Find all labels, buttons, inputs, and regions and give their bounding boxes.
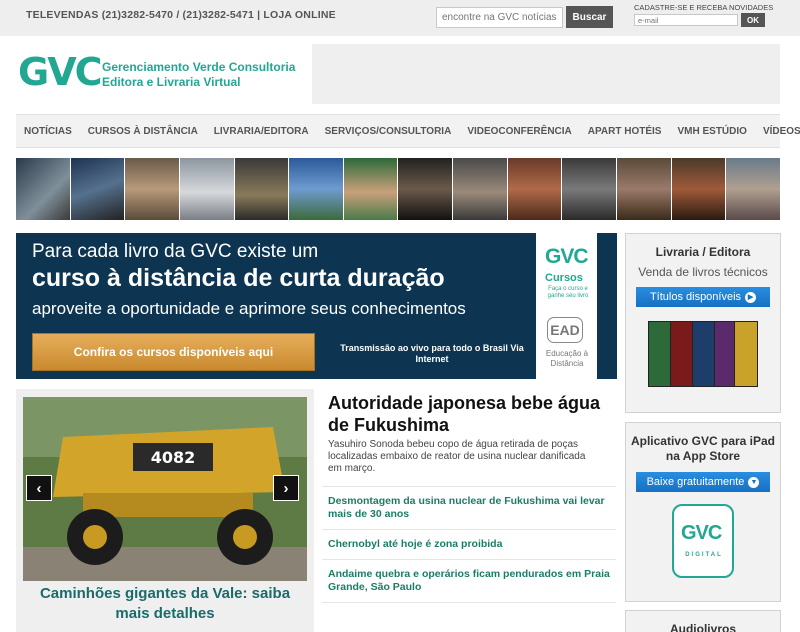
nav-videos[interactable]: VÍDEOS bbox=[763, 126, 800, 137]
chevron-left-icon[interactable]: ‹ bbox=[26, 475, 52, 501]
strip-photo bbox=[343, 158, 398, 220]
featured-slider: 4082 ‹ › Caminhões gigantes da Vale: sai… bbox=[16, 389, 314, 632]
nav-livraria[interactable]: LIVRARIA/EDITORA bbox=[214, 126, 309, 137]
arrow-down-icon: ▼ bbox=[748, 476, 760, 488]
search-input[interactable] bbox=[436, 7, 563, 28]
live-broadcast-note: Transmissão ao vivo para todo o Brasil V… bbox=[340, 343, 524, 364]
available-titles-label: Títulos disponíveis bbox=[649, 291, 742, 303]
article-headline[interactable]: Autoridade japonesa bebe água de Fukushi… bbox=[328, 392, 616, 436]
ead-icon: EAD bbox=[547, 317, 583, 343]
app-icon-digital: DIGITAL bbox=[685, 552, 723, 558]
banner-line-3: aproveite a oportunidade e aprimore seus… bbox=[32, 299, 466, 318]
cursos-logo-panel: GVC Cursos Faça o curso e ganhe seu livr… bbox=[536, 233, 597, 379]
strip-photo bbox=[671, 158, 726, 220]
strip-photo bbox=[726, 158, 780, 220]
article-lead: Yasuhiro Sonoda bebeu copo de água retir… bbox=[328, 439, 586, 474]
cursos-tagline: Faça o curso e ganhe seu livro bbox=[547, 286, 589, 299]
chevron-right-icon[interactable]: › bbox=[273, 475, 299, 501]
main-nav: NOTÍCIAS CURSOS À DISTÂNCIA LIVRARIA/EDI… bbox=[16, 114, 800, 148]
audiobooks-title: Audiolivros bbox=[669, 622, 736, 632]
courses-banner[interactable]: Para cada livro da GVC existe um curso à… bbox=[16, 233, 617, 379]
ead-label: Educação à Distância bbox=[545, 349, 589, 368]
bookstore-title: Livraria / Editora bbox=[655, 245, 751, 259]
related-article-link[interactable]: Chernobyl até hoje é zona proibida bbox=[322, 530, 616, 560]
books-image[interactable] bbox=[648, 315, 758, 387]
newsletter-label: CADASTRE-SE E RECEBA NOVIDADES bbox=[634, 3, 774, 12]
strip-photo bbox=[507, 158, 562, 220]
strip-photo bbox=[70, 158, 125, 220]
banner-edge bbox=[597, 233, 617, 379]
top-bar: TELEVENDAS (21)3282-5470 / (21)3282-5471… bbox=[0, 0, 800, 36]
strip-photo bbox=[179, 158, 234, 220]
email-field[interactable] bbox=[634, 14, 738, 26]
search-button[interactable]: Buscar bbox=[566, 6, 613, 28]
book-cover bbox=[670, 321, 694, 387]
truck-illustration: 4082 bbox=[23, 397, 307, 581]
app-icon-logo: GVC bbox=[681, 522, 722, 544]
banner-line-1: Para cada livro da GVC existe um bbox=[32, 241, 319, 262]
slide-caption[interactable]: Caminhões gigantes da Vale: saiba mais d… bbox=[26, 584, 304, 624]
bookstore-subtitle: Venda de livros técnicos bbox=[638, 265, 768, 279]
book-cover bbox=[692, 321, 716, 387]
arrow-right-icon: ▶ bbox=[745, 291, 757, 303]
nav-cursos[interactable]: CURSOS À DISTÂNCIA bbox=[88, 126, 198, 137]
strip-photo bbox=[234, 158, 289, 220]
strip-photo bbox=[16, 158, 70, 220]
strip-photo bbox=[617, 158, 671, 220]
nav-apart-hoteis[interactable]: APART HOTÉIS bbox=[588, 126, 662, 137]
book-cover bbox=[648, 321, 672, 387]
nav-vmh-estudio[interactable]: VMH ESTÚDIO bbox=[677, 126, 746, 137]
strip-photo bbox=[453, 158, 507, 220]
download-free-button[interactable]: Baixe gratuitamente ▼ bbox=[636, 472, 770, 492]
bookstore-box: Livraria / Editora Venda de livros técni… bbox=[625, 233, 781, 413]
available-titles-button[interactable]: Títulos disponíveis ▶ bbox=[636, 287, 770, 307]
see-courses-button[interactable]: Confira os cursos disponíveis aqui bbox=[32, 333, 315, 371]
photo-strip bbox=[16, 158, 780, 220]
audiobooks-box: Audiolivros bbox=[625, 610, 781, 632]
gvc-cursos-logo: GVC bbox=[545, 245, 589, 268]
related-article-link[interactable]: Desmontagem da usina nuclear de Fukushim… bbox=[322, 487, 616, 530]
strip-photo bbox=[562, 158, 617, 220]
gvc-digital-app-icon[interactable]: GVC DIGITAL bbox=[672, 504, 734, 578]
app-box-title: Aplicativo GVC para iPad na App Store bbox=[630, 434, 776, 463]
strip-photo bbox=[398, 158, 453, 220]
nav-videoconferencia[interactable]: VIDEOCONFERÊNCIA bbox=[467, 126, 571, 137]
app-store-box: Aplicativo GVC para iPad na App Store Ba… bbox=[625, 422, 781, 602]
related-article-link[interactable]: Andaime quebra e operários ficam pendura… bbox=[322, 560, 616, 603]
nav-noticias[interactable]: NOTÍCIAS bbox=[24, 126, 72, 137]
header-ad-banner bbox=[312, 44, 780, 104]
logo-tagline-2: Editora e Livraria Virtual bbox=[102, 75, 241, 89]
newsletter-ok-button[interactable]: OK bbox=[741, 13, 765, 27]
cursos-label: Cursos bbox=[545, 272, 583, 284]
truck-number: 4082 bbox=[151, 448, 196, 467]
nav-servicos[interactable]: SERVIÇOS/CONSULTORIA bbox=[325, 126, 452, 137]
gvc-logo[interactable]: GVC bbox=[18, 53, 102, 91]
contact-phones[interactable]: TELEVENDAS (21)3282-5470 / (21)3282-5471… bbox=[26, 9, 336, 21]
related-articles: Desmontagem da usina nuclear de Fukushim… bbox=[322, 486, 616, 603]
download-free-label: Baixe gratuitamente bbox=[646, 476, 745, 488]
book-cover bbox=[734, 321, 758, 387]
strip-photo bbox=[289, 158, 343, 220]
logo-tagline-1: Gerenciamento Verde Consultoria bbox=[102, 60, 296, 74]
banner-headline: curso à distância de curta duração bbox=[32, 264, 445, 292]
slide-image-truck[interactable]: 4082 bbox=[23, 397, 307, 581]
strip-photo bbox=[125, 158, 179, 220]
